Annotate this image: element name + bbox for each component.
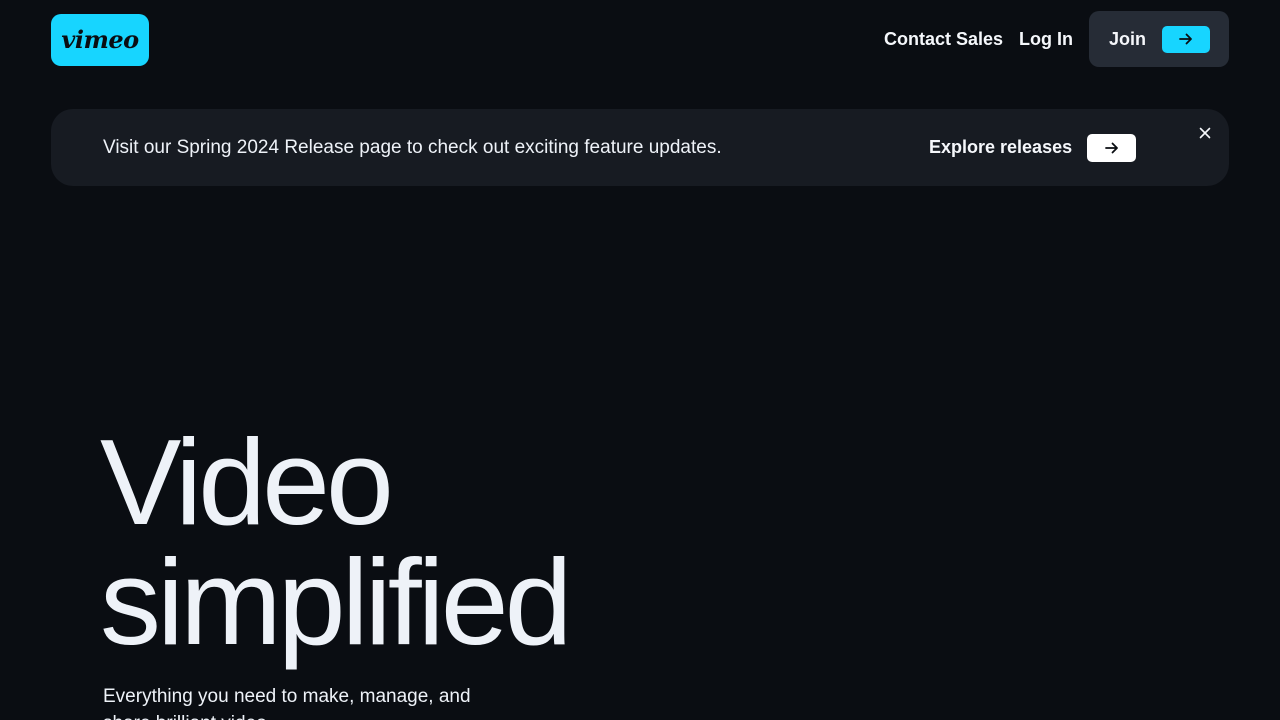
hero-subtitle: Everything you need to make, manage, and… xyxy=(103,686,471,720)
site-header: vimeo Contact Sales Log In Join xyxy=(51,11,1229,67)
arrow-right-icon xyxy=(1087,133,1137,162)
hero-title-line-2: simplified xyxy=(100,534,572,670)
page: vimeo Contact Sales Log In Join Visit ou… xyxy=(0,0,1280,720)
banner-message: Visit our Spring 2024 Release page to ch… xyxy=(103,136,722,158)
hero-title: Video simplified xyxy=(100,414,572,670)
join-button[interactable]: Join xyxy=(1089,11,1229,67)
join-label: Join xyxy=(1109,28,1147,49)
contact-sales-link[interactable]: Contact Sales xyxy=(884,29,1003,50)
vimeo-logo[interactable]: vimeo xyxy=(51,13,149,66)
log-in-link[interactable]: Log In xyxy=(1019,29,1073,50)
release-banner: Visit our Spring 2024 Release page to ch… xyxy=(51,109,1229,186)
hero-title-line-1: Video xyxy=(100,414,394,550)
logo-text: vimeo xyxy=(61,25,139,54)
close-icon[interactable] xyxy=(1196,124,1214,142)
explore-releases-button[interactable]: Explore releases xyxy=(929,109,1137,186)
top-nav: Contact Sales Log In Join xyxy=(884,11,1229,67)
arrow-right-icon xyxy=(1162,25,1211,53)
explore-releases-label: Explore releases xyxy=(929,137,1073,157)
